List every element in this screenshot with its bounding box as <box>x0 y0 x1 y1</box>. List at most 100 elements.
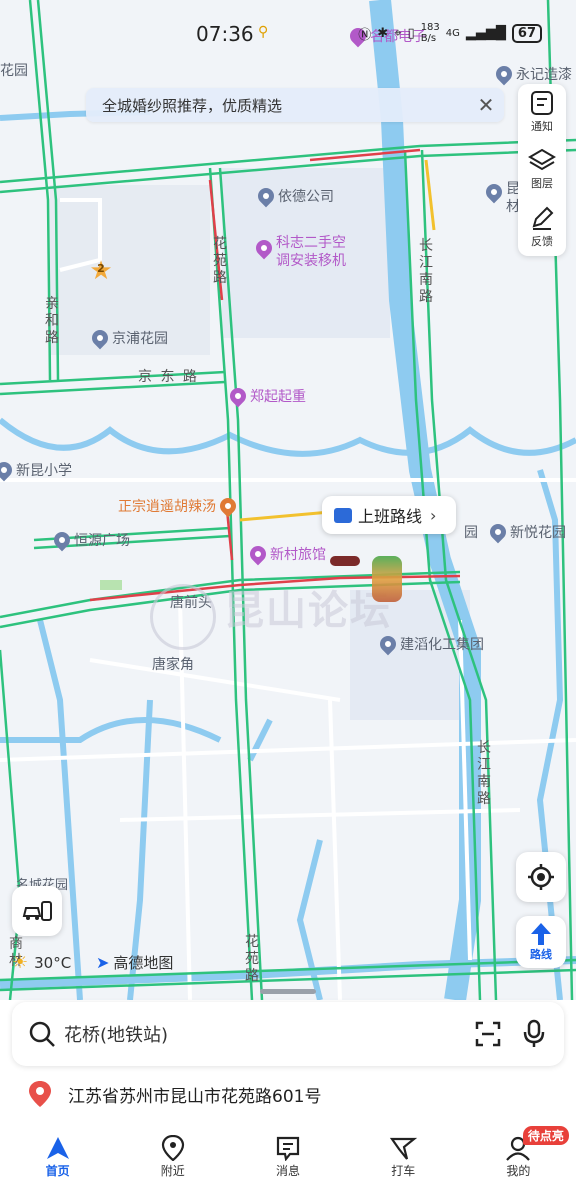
amap-logo-icon: ➤ <box>96 953 110 972</box>
poi-label: 恒源广场 <box>74 533 130 549</box>
amap-logo: ➤ 高德地图 <box>96 952 173 973</box>
poi-xincun-hotel[interactable]: 新村旅馆 <box>246 542 326 566</box>
poi-pin-icon <box>492 62 516 86</box>
poi-tangjiajiao[interactable]: 唐家角 <box>152 654 194 674</box>
tab-profile[interactable]: 我的 待点亮 <box>461 1124 576 1188</box>
road-label-huayuan: 花 苑 路 <box>213 236 227 286</box>
traffic-car-icon <box>330 556 360 566</box>
road-label-changjiang-south: 长 江 南 路 <box>477 740 491 807</box>
weather-temp: 30°C <box>34 953 72 972</box>
poi-zhengqi[interactable]: 郑起起重 <box>226 384 306 408</box>
search-bar[interactable]: 花桥(地铁站) <box>12 1002 564 1066</box>
feedback-label: 反馈 <box>531 234 553 248</box>
tab-nearby[interactable]: 附近 <box>115 1124 230 1188</box>
route-button[interactable]: 路线 <box>516 916 566 968</box>
poi-label: 新悦花园 <box>510 525 566 541</box>
layers-label: 图层 <box>531 177 553 191</box>
poi-pin-icon <box>486 520 510 544</box>
poi-pin-icon <box>88 326 112 350</box>
poi-yongji[interactable]: 永记造漆 <box>492 62 572 86</box>
poi-garden-partial[interactable]: 园 <box>464 522 478 542</box>
microphone-icon[interactable] <box>522 1019 546 1049</box>
star-marker-number: 2 <box>97 262 105 275</box>
tab-home[interactable]: 首页 <box>0 1124 115 1188</box>
poi-label: 京浦花园 <box>112 331 168 347</box>
road-label-qinhe: 亲 和 路 <box>45 296 59 346</box>
poi-pin-icon <box>376 632 400 656</box>
tab-profile-label: 我的 <box>506 1163 531 1178</box>
map-view[interactable]: 花园 永记造漆 依德公司 科志二手空 调安装移机 京浦花园 郑起起重 新昆小学 … <box>0 0 576 1000</box>
poi-pin-icon <box>254 184 278 208</box>
status-bar: 07:36 ⚲ Ⓝ ✱ ⌖ ▯ 183 B/s 4G ▂▄▆█ 67 <box>0 0 576 66</box>
poi-jingpu[interactable]: 京浦花园 <box>88 326 168 350</box>
car-mode-button[interactable] <box>12 886 62 936</box>
nfc-icon: Ⓝ <box>358 27 372 43</box>
taxi-icon <box>390 1137 418 1160</box>
notify-button[interactable]: 通知 <box>529 90 555 141</box>
scan-icon[interactable] <box>474 1020 502 1048</box>
poi-label: 新昆小学 <box>16 463 72 479</box>
sun-icon: ☀ <box>12 952 29 973</box>
shop-pin-icon <box>252 236 276 260</box>
school-pin-icon <box>0 458 16 482</box>
poi-label: 正宗逍遥胡辣汤 <box>118 499 216 515</box>
layers-button[interactable]: 图层 <box>528 147 556 198</box>
poi-label: 郑起起重 <box>250 389 306 405</box>
profile-badge: 待点亮 <box>522 1126 569 1145</box>
poi-jiansheng[interactable]: 建滔化工集团 <box>376 632 484 656</box>
watermark-text: 昆山论坛 <box>224 588 392 634</box>
poi-label: 唐家角 <box>152 657 194 673</box>
poi-yide[interactable]: 依德公司 <box>254 184 334 208</box>
poi-label: 园 <box>464 525 478 541</box>
location-icon: ⌖ <box>394 25 402 41</box>
route-button-label: 路线 <box>530 948 552 961</box>
watermark-seal-icon <box>150 584 216 650</box>
message-icon <box>276 1136 300 1161</box>
pencil-icon <box>532 206 554 230</box>
poi-label: 永记造漆 <box>516 67 572 83</box>
poi-xinkun-school[interactable]: 新昆小学 <box>0 458 72 482</box>
layers-icon <box>528 149 556 171</box>
promo-banner[interactable]: 全城婚纱照推荐，优质精选 ✕ <box>86 88 504 122</box>
poi-top-right-partial[interactable]: 昆 材 <box>482 180 520 216</box>
nearby-pin-icon <box>161 1134 184 1161</box>
poi-hengyuan[interactable]: 恒源广场 <box>50 528 130 552</box>
close-icon[interactable]: ✕ <box>476 93 496 117</box>
briefcase-icon <box>334 507 352 523</box>
crosshair-icon <box>528 864 554 890</box>
home-icon <box>46 1136 69 1159</box>
status-time: 07:36 <box>196 22 254 46</box>
commute-route-label: 上班路线 <box>358 507 423 526</box>
tab-messages-label: 消息 <box>276 1163 301 1178</box>
bottom-tab-bar: 首页 附近 消息 打车 我的 待点亮 <box>0 1124 576 1188</box>
locate-button[interactable] <box>516 852 566 902</box>
poi-kezhi[interactable]: 科志二手空 调安装移机 <box>252 234 346 270</box>
current-address-row[interactable]: 江苏省苏州市昆山市花苑路601号 <box>28 1080 321 1108</box>
commute-route-button[interactable]: 上班路线 › <box>322 496 456 534</box>
poi-hutang[interactable]: 正宗逍遥胡辣汤 <box>118 494 240 518</box>
map-canvas <box>0 0 576 1000</box>
tab-home-label: 首页 <box>45 1163 70 1178</box>
feedback-button[interactable]: 反馈 <box>529 205 555 256</box>
battery-level: 67 <box>511 23 542 43</box>
tab-taxi[interactable]: 打车 <box>346 1124 461 1188</box>
network-type: 4G <box>445 27 460 39</box>
tab-nearby-label: 附近 <box>160 1163 185 1178</box>
poi-xinyue[interactable]: 新悦花园 <box>486 520 566 544</box>
poi-pin-icon <box>50 528 74 552</box>
sheet-drag-handle[interactable] <box>260 989 316 994</box>
car-phone-icon <box>22 901 52 921</box>
weather-widget[interactable]: ☀ 30°C <box>12 952 71 973</box>
amap-logo-text: 高德地图 <box>113 954 174 972</box>
road-label-jingdong: 京 东 路 <box>138 369 199 385</box>
search-input[interactable]: 花桥(地铁站) <box>64 1021 474 1047</box>
shop-pin-icon <box>226 384 250 408</box>
poi-label: 科志二手空 调安装移机 <box>276 235 346 269</box>
tab-messages[interactable]: 消息 <box>230 1124 345 1188</box>
road-label-huayuan-south: 花 苑 路 <box>245 934 259 984</box>
notify-label: 通知 <box>531 120 553 133</box>
current-address: 江苏省苏州市昆山市花苑路601号 <box>68 1086 322 1107</box>
poi-label: 建滔化工集团 <box>400 637 484 653</box>
signal-icon: ▂▄▆█ <box>465 25 506 41</box>
hotel-pin-icon <box>246 542 270 566</box>
